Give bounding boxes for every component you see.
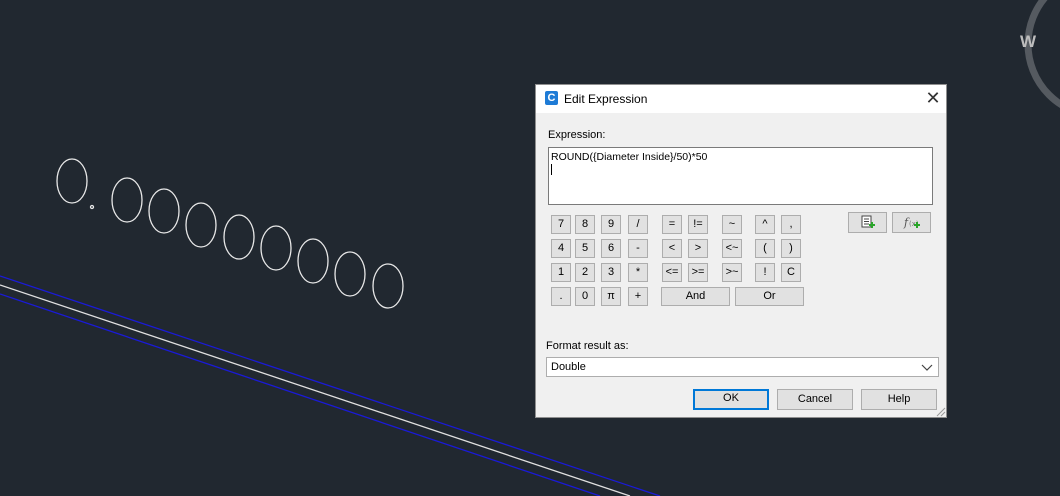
expression-text: ROUND({Diameter Inside}/50)*50 <box>551 151 708 163</box>
digit-outline <box>260 225 292 271</box>
key-greater-equal[interactable]: >= <box>688 263 708 282</box>
key-open-paren[interactable]: ( <box>755 239 775 258</box>
expression-input[interactable]: ROUND({Diameter Inside}/50)*50 <box>548 147 933 205</box>
key-5[interactable]: 5 <box>575 239 595 258</box>
key-2[interactable]: 2 <box>575 263 595 282</box>
key-0[interactable]: 0 <box>575 287 595 306</box>
expression-label: Expression: <box>548 129 606 141</box>
digit-outline <box>148 188 180 234</box>
close-icon[interactable]: ✕ <box>924 89 942 107</box>
digit-outline <box>334 251 366 297</box>
key-and[interactable]: And <box>661 287 730 306</box>
dialog-titlebar[interactable]: C Edit Expression ✕ <box>536 85 946 113</box>
key-1[interactable]: 1 <box>551 263 571 282</box>
insert-property-button[interactable] <box>848 212 887 233</box>
chevron-down-icon <box>921 364 933 371</box>
key-or[interactable]: Or <box>735 287 804 306</box>
key-greater-approx[interactable]: >~ <box>722 263 742 282</box>
key-pi[interactable]: π <box>601 287 621 306</box>
key-3[interactable]: 3 <box>601 263 621 282</box>
view-compass-ring[interactable] <box>1024 0 1060 116</box>
key-comma[interactable]: , <box>781 215 801 234</box>
compass-west-label[interactable]: W <box>1016 30 1040 54</box>
cancel-button[interactable]: Cancel <box>777 389 853 410</box>
digit-outline <box>223 214 255 260</box>
resize-grip-icon[interactable] <box>934 405 946 417</box>
polyline-blue-bottom <box>0 293 601 496</box>
decimal-point <box>89 204 95 210</box>
format-result-value: Double <box>551 361 586 373</box>
digit-outline <box>56 158 88 204</box>
key-clear[interactable]: C <box>781 263 801 282</box>
key-less-equal[interactable]: <= <box>662 263 682 282</box>
dialog-title: Edit Expression <box>564 92 648 106</box>
key-4[interactable]: 4 <box>551 239 571 258</box>
text-caret <box>551 164 552 175</box>
key-not[interactable]: ! <box>755 263 775 282</box>
key-plus[interactable]: + <box>628 287 648 306</box>
insert-function-icon: f (x) <box>903 216 920 229</box>
key-caret[interactable]: ^ <box>755 215 775 234</box>
key-equals[interactable]: = <box>662 215 682 234</box>
digit-outline <box>297 238 329 284</box>
digit-outline <box>185 202 217 248</box>
edit-expression-dialog: C Edit Expression ✕ Expression: ROUND({D… <box>535 84 947 418</box>
key-close-paren[interactable]: ) <box>781 239 801 258</box>
key-divide[interactable]: / <box>628 215 648 234</box>
key-7[interactable]: 7 <box>551 215 571 234</box>
digit-outline <box>111 177 143 223</box>
key-tilde[interactable]: ~ <box>722 215 742 234</box>
app-icon: C <box>545 91 558 105</box>
insert-function-button[interactable]: f (x) <box>892 212 931 233</box>
key-decimal[interactable]: . <box>551 287 571 306</box>
key-6[interactable]: 6 <box>601 239 621 258</box>
key-less-than[interactable]: < <box>662 239 682 258</box>
key-minus[interactable]: - <box>628 239 648 258</box>
key-multiply[interactable]: * <box>628 263 648 282</box>
key-8[interactable]: 8 <box>575 215 595 234</box>
key-less-approx[interactable]: <~ <box>722 239 742 258</box>
key-not-equals[interactable]: != <box>688 215 708 234</box>
key-9[interactable]: 9 <box>601 215 621 234</box>
digit-outline <box>372 263 404 309</box>
insert-property-icon <box>861 215 875 228</box>
format-result-select[interactable]: Double <box>546 357 939 377</box>
ok-button[interactable]: OK <box>693 389 769 410</box>
format-result-label: Format result as: <box>546 340 629 352</box>
text-outline-group <box>56 158 404 309</box>
key-greater-than[interactable]: > <box>688 239 708 258</box>
help-button[interactable]: Help <box>861 389 937 410</box>
